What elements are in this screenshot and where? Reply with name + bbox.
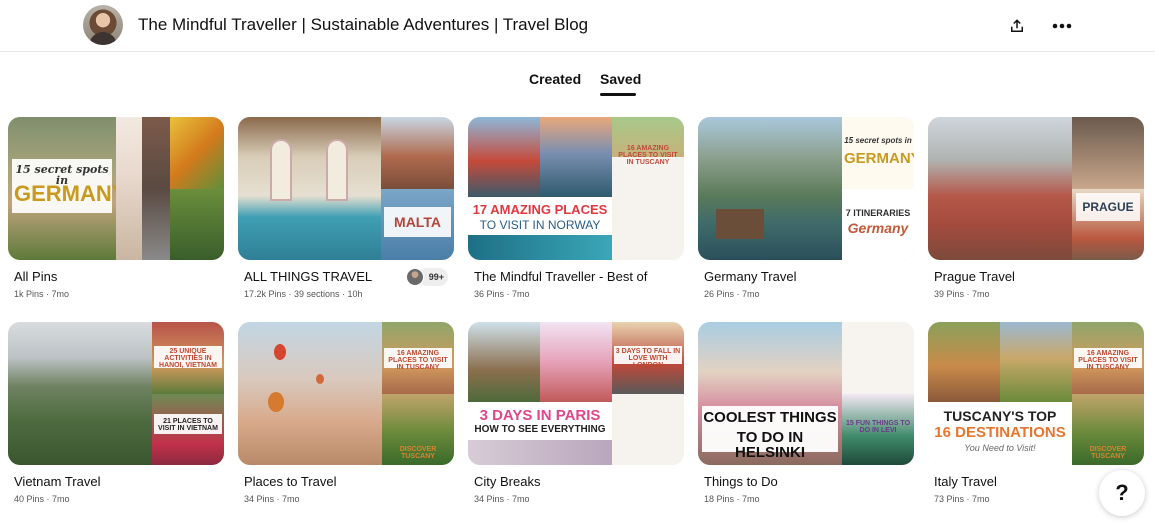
board-name: All Pins (14, 269, 58, 284)
board-card-things-to-do[interactable]: COOLEST THINGS TO DO IN HELSINKI 15 FUN … (698, 322, 914, 504)
collaborators[interactable]: 99+ (406, 268, 450, 286)
board-cover: 16 AMAZING PLACES TO VISIT IN TUSCANY 17… (468, 117, 684, 260)
board-name: City Breaks (474, 474, 541, 489)
tab-created[interactable]: Created (529, 71, 581, 87)
board-card-prague-travel[interactable]: PRAGUE Prague Travel 39 Pins · 7mo (928, 117, 1144, 299)
board-cover: COOLEST THINGS TO DO IN HELSINKI 15 FUN … (698, 322, 914, 465)
tab-saved[interactable]: Saved (600, 71, 641, 87)
share-icon[interactable] (1003, 12, 1031, 40)
board-header: The Mindful Traveller | Sustainable Adve… (0, 0, 1155, 52)
board-name: Things to Do (704, 474, 778, 489)
more-options-icon[interactable] (1048, 12, 1076, 40)
board-meta: 34 Pins · 7mo (474, 494, 530, 504)
board-card-city-breaks[interactable]: 3 DAYS TO FALL IN LOVE WITH LONDON 3 DAY… (468, 322, 684, 504)
board-cover: 15 secret spots in GERMANY 7 ITINERARIES… (698, 117, 914, 260)
board-card-best-of[interactable]: 16 AMAZING PLACES TO VISIT IN TUSCANY 17… (468, 117, 684, 299)
board-cover: MALTA (238, 117, 454, 260)
board-card-germany-travel[interactable]: 15 secret spots in GERMANY 7 ITINERARIES… (698, 117, 914, 299)
page-title: The Mindful Traveller | Sustainable Adve… (138, 15, 589, 34)
board-cover: 3 DAYS TO FALL IN LOVE WITH LONDON 3 DAY… (468, 322, 684, 465)
active-tab-indicator (600, 93, 636, 96)
board-meta: 39 Pins · 7mo (934, 289, 990, 299)
board-meta: 73 Pins · 7mo (934, 494, 990, 504)
board-name: Vietnam Travel (14, 474, 101, 489)
avatar[interactable] (83, 5, 123, 45)
board-card-places-to-travel[interactable]: 16 AMAZING PLACES TO VISIT IN TUSCANY DI… (238, 322, 454, 504)
board-name: Germany Travel (704, 269, 797, 284)
board-card-all-things-travel[interactable]: MALTA ALL THINGS TRAVEL 99+ 17.2k Pins ·… (238, 117, 454, 299)
board-card-italy-travel[interactable]: TUSCANY'S TOP 16 DESTINATIONS You Need t… (928, 322, 1144, 504)
board-cover: 16 AMAZING PLACES TO VISIT IN TUSCANY DI… (238, 322, 454, 465)
collaborator-avatar (406, 268, 424, 286)
board-name: Places to Travel (244, 474, 337, 489)
help-button[interactable]: ? (1099, 470, 1145, 516)
board-name: ALL THINGS TRAVEL (244, 269, 373, 284)
profile-tabs: Created Saved (0, 71, 1155, 99)
board-name: The Mindful Traveller - Best of (474, 269, 648, 284)
board-cover: 15 secret spots in GERMANY (8, 117, 224, 260)
board-meta: 36 Pins · 7mo (474, 289, 530, 299)
board-cover: 25 UNIQUE ACTIVITIES IN HANOI, VIETNAM 2… (8, 322, 224, 465)
board-meta: 34 Pins · 7mo (244, 494, 300, 504)
board-meta: 1k Pins · 7mo (14, 289, 70, 299)
board-meta: 17.2k Pins · 39 sections · 10h (244, 289, 363, 299)
board-card-all-pins[interactable]: 15 secret spots in GERMANY All Pins 1k P… (8, 117, 224, 299)
board-cover: PRAGUE (928, 117, 1144, 260)
board-meta: 18 Pins · 7mo (704, 494, 760, 504)
board-meta: 40 Pins · 7mo (14, 494, 70, 504)
board-card-vietnam-travel[interactable]: 25 UNIQUE ACTIVITIES IN HANOI, VIETNAM 2… (8, 322, 224, 504)
board-name: Prague Travel (934, 269, 1015, 284)
board-cover: TUSCANY'S TOP 16 DESTINATIONS You Need t… (928, 322, 1144, 465)
board-meta: 26 Pins · 7mo (704, 289, 760, 299)
board-name: Italy Travel (934, 474, 997, 489)
